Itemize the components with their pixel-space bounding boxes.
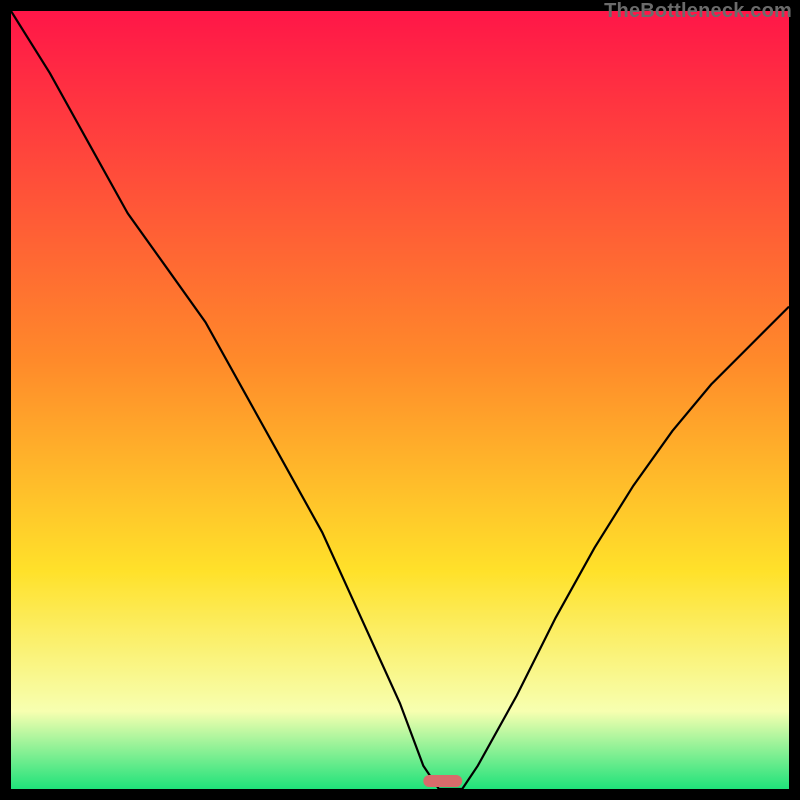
chart-svg [11,11,789,789]
gradient-bg [11,11,789,789]
plot-area [11,11,789,789]
watermark-text: TheBottleneck.com [604,0,792,23]
chart-frame: TheBottleneck.com [0,0,800,800]
optimum-marker [423,775,462,787]
